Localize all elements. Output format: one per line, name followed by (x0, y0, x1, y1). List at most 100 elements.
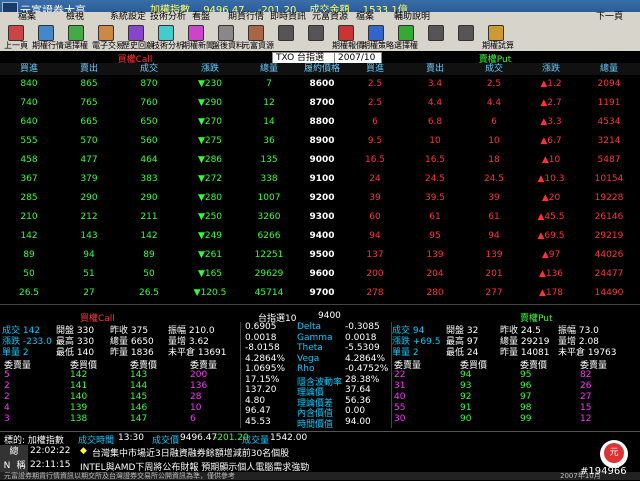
col-header-9[interactable]: 漲跌 (522, 63, 580, 75)
table-row[interactable]: 285 290 290 ▼280 1007 9200 39 39.5 39 ▲20 19228 (0, 190, 640, 209)
col-header-10[interactable]: 總量 (580, 63, 638, 75)
table-cell: 4.4 (486, 98, 502, 108)
toolbar-button-3[interactable]: 電子交易 (92, 24, 124, 50)
menu-item-8[interactable]: 檔案 (356, 12, 374, 23)
toolbar-label: 期權行情 (32, 41, 64, 50)
table-cell: 12251 (254, 250, 284, 260)
col-header-5[interactable]: 履約價格 (300, 63, 344, 75)
book-cell: 31 (394, 381, 406, 391)
col-header-3[interactable]: 漲跌 (180, 63, 240, 75)
toolbar-label: 選擇權 (394, 41, 418, 50)
table-cell: 870 (140, 79, 158, 89)
toolbar-button-8[interactable]: 元富資源 (242, 24, 274, 50)
table-cell: 18 (488, 155, 500, 165)
menu-item-9[interactable]: 輔助說明 (394, 12, 430, 23)
table-row[interactable]: 458 477 464 ▼286 135 9000 16.5 16.5 18 ▲10 5487 (0, 152, 640, 171)
toolbar-button-10[interactable] (302, 24, 330, 50)
table-cell: 2.5 (486, 79, 502, 89)
table-cell: 95 (429, 231, 441, 241)
toolbar-label: 元富資源 (242, 41, 274, 50)
toolbar-icon (218, 25, 234, 41)
table-cell: 201 (485, 269, 503, 279)
greek-call-value: 137.20 (245, 385, 277, 395)
greek-call-value: 0.0018 (245, 332, 277, 343)
strike-price: 9200 (309, 193, 335, 203)
table-cell: 6.8 (427, 117, 443, 127)
toolbar-button-1[interactable]: 期權行情 (32, 24, 64, 50)
menu-item-7[interactable]: 元富資源 (312, 12, 348, 23)
menu-item-1[interactable]: 檢視 (66, 12, 84, 23)
book-cell: 12 (580, 414, 592, 424)
table-row[interactable]: 50 51 50 ▼165 29629 9600 200 204 201 ▲136 24477 (0, 266, 640, 285)
table-cell: 740 (20, 98, 38, 108)
toolbar-button-9[interactable] (272, 24, 300, 50)
book-cell: 140 (70, 392, 88, 402)
book-cell: 15 (580, 403, 592, 413)
table-row[interactable]: 26.5 27 26.5 ▼120.5 45714 9700 278 280 277 ▲178 14… (0, 285, 640, 304)
menu-item-0[interactable]: 檔案 (18, 12, 36, 23)
table-cell: ▲10.3 (537, 174, 565, 184)
col-header-6[interactable]: 買進 (346, 63, 404, 75)
table-cell: ▼286 (197, 155, 223, 165)
toolbar-button-16[interactable]: 期權試算 (482, 24, 514, 50)
col-header-2[interactable]: 成交 (120, 63, 178, 75)
table-row[interactable]: 640 665 650 ▼270 14 8800 6 6.8 6 ▲3.3 4534 (0, 114, 640, 133)
menu-item-2[interactable]: 系統設定 (110, 12, 146, 23)
toolbar-button-0[interactable]: 上一頁 (2, 24, 30, 50)
menu-item-4[interactable]: 看盤 (192, 12, 210, 23)
table-cell: 765 (80, 98, 98, 108)
greek-put-value: 94.00 (345, 416, 371, 427)
col-header-7[interactable]: 賣出 (406, 63, 464, 75)
book-cell: 3 (4, 414, 10, 424)
toolbar-button-14[interactable] (422, 24, 450, 50)
col-header-1[interactable]: 賣出 (60, 63, 118, 75)
trade-price: 9496.47 (180, 433, 218, 443)
col-header-4[interactable]: 總量 (240, 63, 298, 75)
table-cell: 94 (369, 231, 381, 241)
book-cell: 142 (70, 370, 88, 380)
menu-item-10[interactable]: 下一頁 (596, 12, 623, 23)
toolbar-button-5[interactable]: 技術分析 (152, 24, 184, 50)
greek-call-value: 1.0695% (245, 364, 286, 374)
table-cell: 2.5 (367, 79, 383, 89)
table-row[interactable]: 840 865 870 ▼230 7 8600 2.5 3.4 2.5 ▲1.2 2094 (0, 76, 640, 95)
side-tab-1[interactable]: 總 (0, 445, 28, 459)
table-cell: 27 (83, 288, 95, 298)
menu-item-6[interactable]: 即時資訊 (270, 12, 306, 23)
table-cell: 640 (20, 117, 38, 127)
menu-item-5[interactable]: 期貨行情 (228, 12, 264, 23)
strike-price: 8700 (309, 98, 335, 108)
table-cell: 29629 (254, 269, 284, 279)
table-row[interactable]: 740 765 760 ▼290 12 8700 2.5 4.4 4.4 ▲2.7 1191 (0, 95, 640, 114)
toolbar-button-11[interactable]: 期權報價 (332, 24, 364, 50)
strike-price: 8800 (309, 117, 335, 127)
book-cell: 6 (190, 414, 196, 424)
table-cell: 7 (266, 79, 272, 89)
table-row[interactable]: 142 143 142 ▼249 6266 9400 94 95 94 ▲69.5 29219 (0, 228, 640, 247)
table-cell: 211 (140, 212, 158, 222)
toolbar-button-2[interactable]: 選擇權 (62, 24, 90, 50)
col-header-8[interactable]: 成交 (466, 63, 522, 75)
toolbar-button-7[interactable]: 盤後資料 (212, 24, 244, 50)
menu-item-3[interactable]: 技術分析 (150, 12, 186, 23)
table-row[interactable]: 367 379 383 ▼272 338 9100 24 24.5 24.5 ▲10.3 10154 (0, 171, 640, 190)
book-cell: 146 (130, 403, 148, 413)
book-cell: 92 (460, 392, 472, 402)
news-item-1[interactable]: 台灣集中市場近3日融資融券餘額增減前30名個股 (92, 446, 289, 459)
table-cell: 60 (369, 212, 381, 222)
table-cell: 3260 (257, 212, 281, 222)
toolbar-button-6[interactable]: 期權新聞 (182, 24, 214, 50)
toolbar-button-13[interactable]: 選擇權 (392, 24, 420, 50)
toolbar-button-15[interactable] (452, 24, 480, 50)
table-row[interactable]: 555 570 560 ▼275 36 8900 9.5 10 10 ▲6.7 3214 (0, 133, 640, 152)
table-row[interactable]: 210 212 211 ▼250 3260 9300 60 61 61 ▲45.5 26146 (0, 209, 640, 228)
table-cell: 458 (20, 155, 38, 165)
greek-put-value: 37.64 (345, 385, 371, 395)
table-cell: 14 (263, 117, 275, 127)
toolbar-button-4[interactable]: 歷史回顧 (122, 24, 154, 50)
strike-price: 9400 (309, 231, 335, 241)
table-row[interactable]: 89 94 89 ▼261 12251 9500 137 139 139 ▲97 44026 (0, 247, 640, 266)
col-header-0[interactable]: 買進 (5, 63, 53, 75)
table-cell: ▼272 (197, 174, 223, 184)
toolbar-button-12[interactable]: 期權策略 (362, 24, 394, 50)
